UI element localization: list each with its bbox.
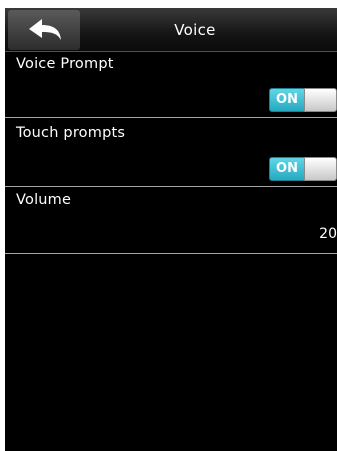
setting-label: Touch prompts <box>16 125 126 141</box>
device-screen: Voice Voice Prompt ON Touch prompts ON V… <box>5 8 337 451</box>
setting-row-voice-prompt[interactable]: Voice Prompt ON <box>5 52 337 118</box>
volume-value: 20 <box>319 226 337 242</box>
setting-row-touch-prompts[interactable]: Touch prompts ON <box>5 121 337 187</box>
back-arrow-icon <box>29 19 61 40</box>
setting-row-volume[interactable]: Volume 20 <box>5 188 337 254</box>
voice-prompt-toggle[interactable]: ON <box>269 88 337 112</box>
toggle-on-label: ON <box>269 157 305 181</box>
setting-label: Voice Prompt <box>16 56 114 72</box>
touch-prompts-toggle[interactable]: ON <box>269 157 337 181</box>
toggle-knob <box>304 88 337 112</box>
toggle-on-label: ON <box>269 88 305 112</box>
back-button[interactable] <box>8 10 80 50</box>
toggle-knob <box>304 157 337 181</box>
header-bar: Voice <box>5 8 337 52</box>
setting-label: Volume <box>16 192 72 208</box>
page-title: Voice <box>174 21 216 39</box>
